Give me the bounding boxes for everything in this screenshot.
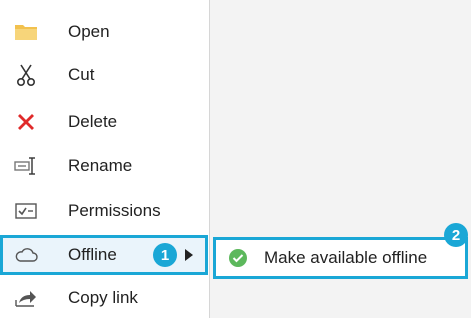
context-menu: Open Cut Delete Rename Permissions Offli… [0,0,210,318]
menu-item-open[interactable]: Open [0,12,208,52]
menu-item-cut[interactable]: Cut [0,55,208,95]
check-circle-icon [228,248,248,268]
folder-icon [14,20,38,44]
scissors-icon [14,63,38,87]
share-arrow-icon [14,286,38,310]
permissions-icon [14,199,38,223]
menu-item-label: Delete [68,112,118,131]
callout-badge-1: 1 [153,243,177,267]
menu-item-label: Cut [68,65,95,84]
submenu-item-label: Make available offline [264,248,428,267]
submenu-arrow-icon [185,249,193,261]
cloud-icon [14,243,38,267]
menu-item-permissions[interactable]: Permissions [0,191,208,231]
menu-item-copy-link[interactable]: Copy link [0,278,208,318]
menu-item-label: Open [68,22,110,41]
offline-submenu: Make available offline [213,237,468,279]
callout-badge-2: 2 [444,223,468,247]
menu-item-delete[interactable]: Delete [0,102,208,142]
menu-item-label: Copy link [68,288,138,307]
submenu-item-make-available-offline[interactable]: Make available offline [216,240,465,276]
menu-item-label: Offline [68,245,117,264]
menu-item-offline[interactable]: Offline 1 [0,235,208,275]
menu-item-rename[interactable]: Rename [0,146,208,186]
menu-item-label: Rename [68,156,133,175]
delete-x-icon [14,110,38,134]
menu-item-label: Permissions [68,201,161,220]
rename-icon [14,154,38,178]
